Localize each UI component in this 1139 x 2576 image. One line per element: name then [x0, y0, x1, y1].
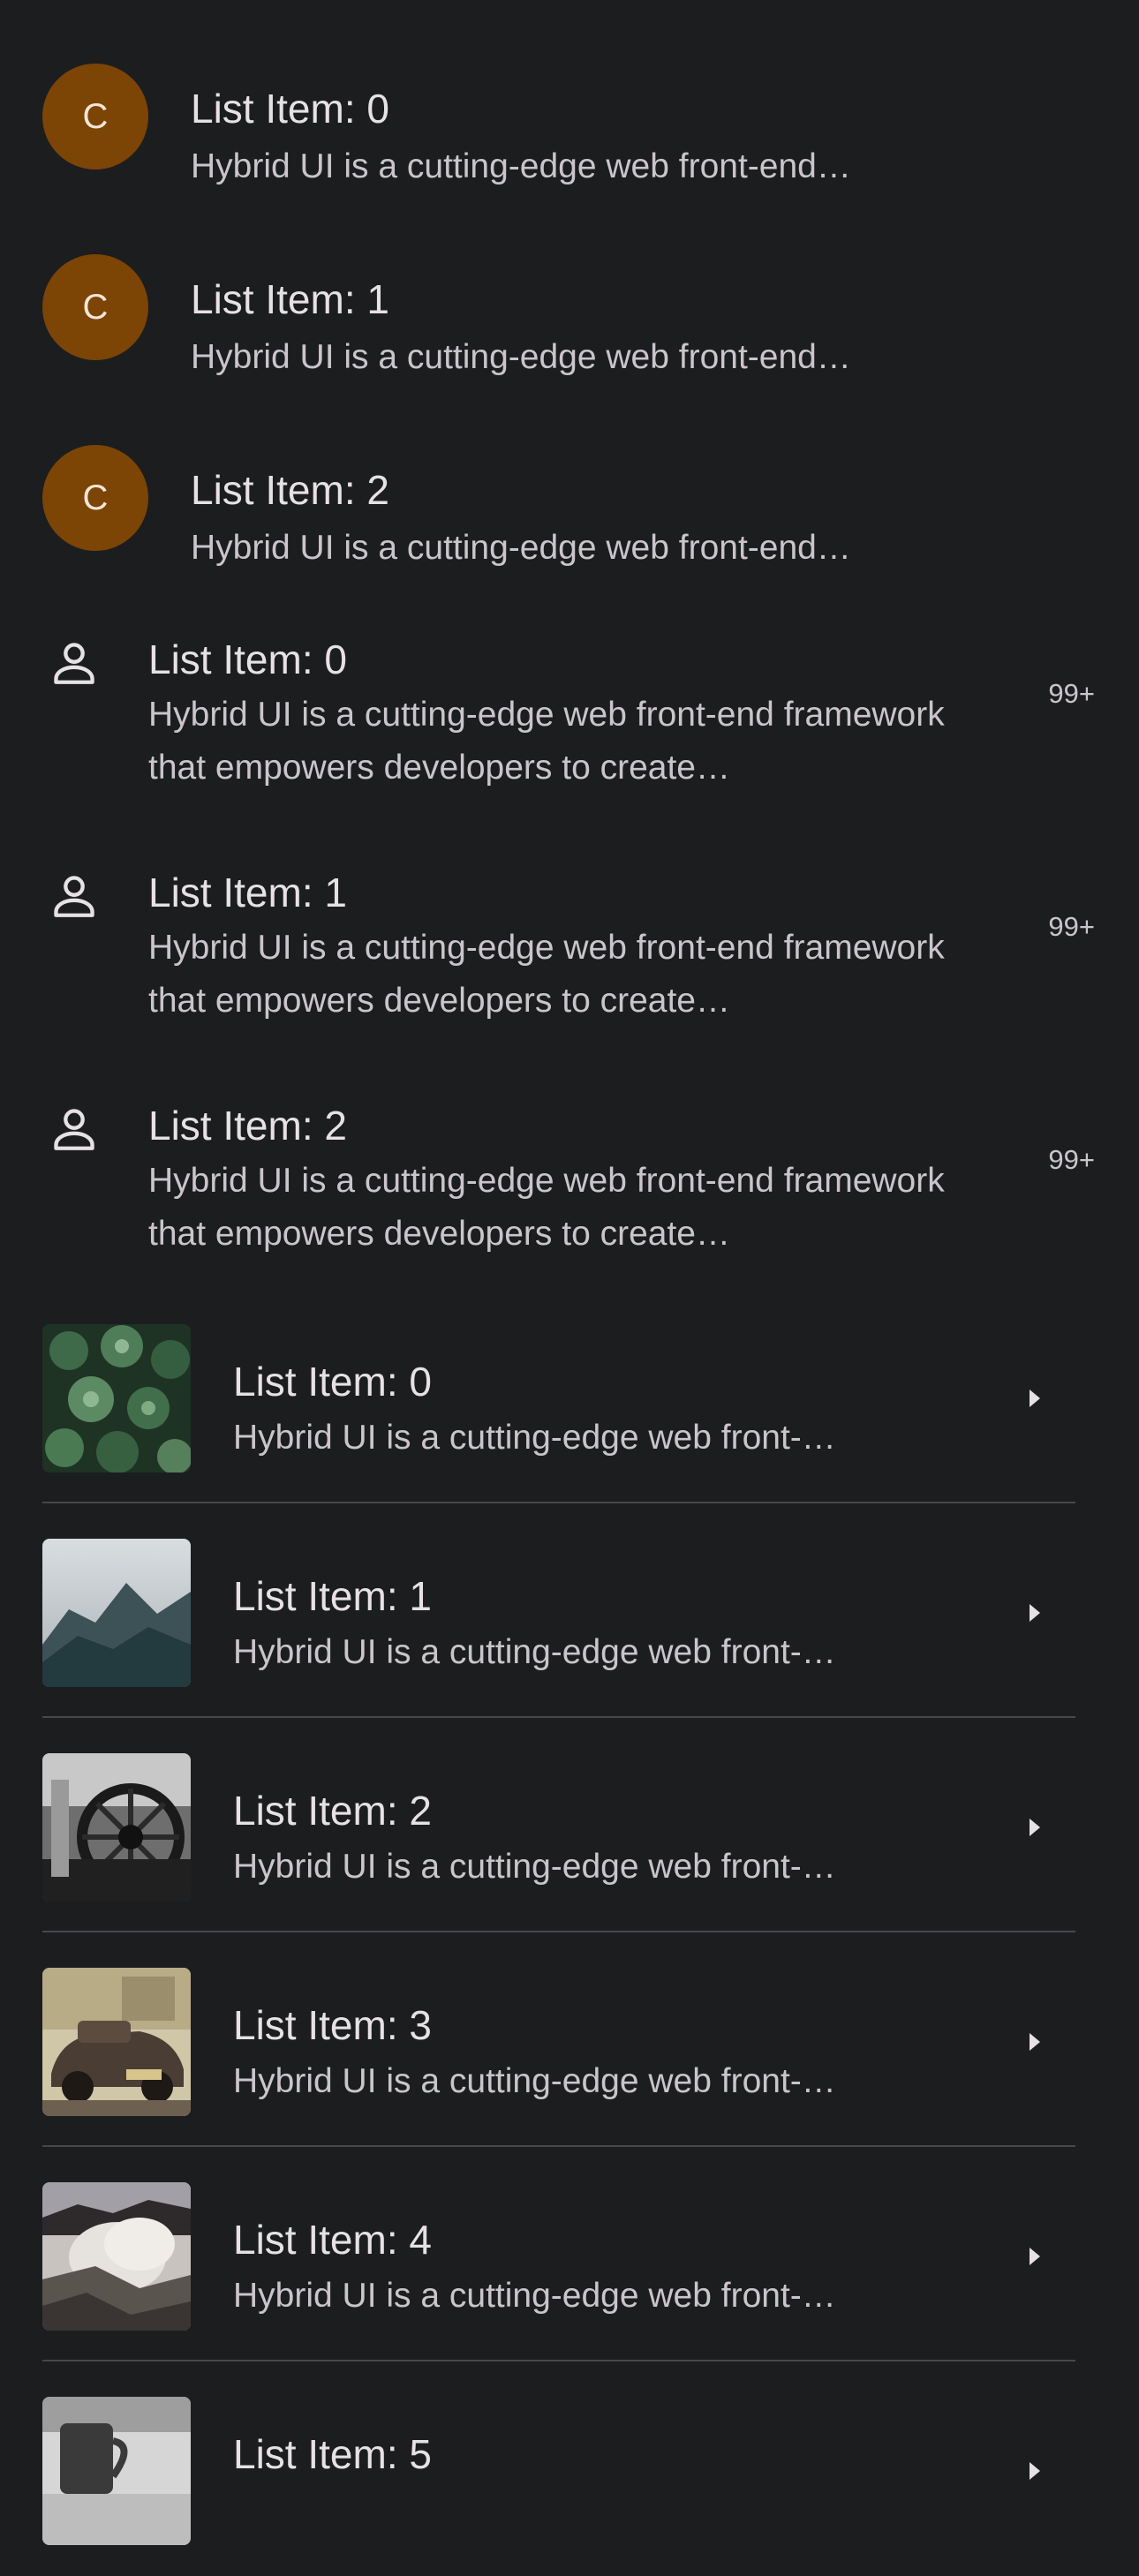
image-list-item[interactable]: List Item: 2 Hybrid UI is a cutting-edge… [0, 1718, 1139, 1932]
person-list-item[interactable]: List Item: 2 Hybrid UI is a cutting-edge… [0, 1075, 1139, 1308]
list-item-title: List Item: 1 [233, 1573, 432, 1619]
list-item-title: List Item: 3 [233, 2002, 432, 2048]
image-list-item[interactable]: List Item: 5 [0, 2361, 1139, 2576]
list-item-subtitle: Hybrid UI is a cutting-edge web front-… [233, 2277, 836, 2315]
mug-on-desk-thumbnail [42, 2397, 191, 2545]
avatar-list-item[interactable]: C List Item: 0 Hybrid UI is a cutting-ed… [0, 21, 1139, 212]
succulent-plants-thumbnail [42, 1324, 191, 1473]
list-item-title: List Item: 1 [148, 870, 347, 915]
letter-avatar: C [42, 254, 148, 360]
list-item-title: List Item: 2 [191, 467, 389, 513]
vintage-car-thumbnail [42, 1968, 191, 2116]
list-item-title: List Item: 2 [233, 1788, 432, 1834]
list-demo-page: C List Item: 0 Hybrid UI is a cutting-ed… [0, 0, 1139, 2545]
list-item-title: List Item: 2 [148, 1103, 347, 1149]
list-item-subtitle: Hybrid UI is a cutting-edge web front-en… [191, 147, 851, 185]
person-icon [54, 1109, 94, 1150]
steaming-hot-spring-thumbnail [42, 2182, 191, 2331]
person-icon [54, 876, 94, 917]
list-item-title: List Item: 0 [191, 86, 389, 132]
list-item-subtitle: Hybrid UI is a cutting-edge web front-en… [148, 1162, 945, 1253]
list-item-title: List Item: 0 [148, 636, 347, 682]
image-list-item[interactable]: List Item: 3 Hybrid UI is a cutting-edge… [0, 1932, 1139, 2147]
person-list-item[interactable]: List Item: 1 Hybrid UI is a cutting-edge… [0, 842, 1139, 1075]
image-list-item[interactable]: List Item: 4 Hybrid UI is a cutting-edge… [0, 2147, 1139, 2361]
chevron-right-icon [1030, 1819, 1040, 1836]
list-item-title: List Item: 5 [233, 2431, 432, 2477]
list-item-title: List Item: 0 [233, 1359, 432, 1405]
letter-avatar: C [42, 445, 148, 551]
avatar-list-item[interactable]: C List Item: 2 Hybrid UI is a cutting-ed… [0, 403, 1139, 593]
list-item-title: List Item: 1 [191, 276, 389, 322]
list-item-subtitle: Hybrid UI is a cutting-edge web front-… [233, 1419, 836, 1457]
chevron-right-icon [1030, 1604, 1040, 1622]
chevron-right-icon [1030, 2462, 1040, 2480]
person-list-item[interactable]: List Item: 0 Hybrid UI is a cutting-edge… [0, 609, 1139, 842]
list-item-subtitle: Hybrid UI is a cutting-edge web front-en… [191, 529, 851, 567]
list-item-subtitle: Hybrid UI is a cutting-edge web front-… [233, 1848, 836, 1886]
list-item-subtitle: Hybrid UI is a cutting-edge web front-en… [148, 929, 945, 1020]
chevron-right-icon [1030, 1390, 1040, 1407]
avatar-list-item[interactable]: C List Item: 1 Hybrid UI is a cutting-ed… [0, 212, 1139, 403]
list-item-subtitle: Hybrid UI is a cutting-edge web front-… [233, 1633, 836, 1671]
image-list-item[interactable]: List Item: 1 Hybrid UI is a cutting-edge… [0, 1503, 1139, 1718]
count-badge: 99+ [1048, 678, 1095, 709]
person-icon [54, 643, 94, 684]
count-badge: 99+ [1048, 1144, 1095, 1175]
list-item-subtitle: Hybrid UI is a cutting-edge web front-… [233, 2062, 836, 2100]
list-item-subtitle: Hybrid UI is a cutting-edge web front-en… [191, 338, 851, 376]
chevron-right-icon [1030, 2033, 1040, 2051]
letter-avatar: C [42, 64, 148, 169]
count-badge: 99+ [1048, 911, 1095, 942]
list-item-subtitle: Hybrid UI is a cutting-edge web front-en… [148, 696, 945, 787]
old-wagon-wheel-thumbnail [42, 1753, 191, 1902]
misty-mountain-thumbnail [42, 1539, 191, 1687]
image-list-item[interactable]: List Item: 0 Hybrid UI is a cutting-edge… [0, 1289, 1139, 1503]
chevron-right-icon [1030, 2248, 1040, 2265]
list-item-title: List Item: 4 [233, 2217, 432, 2263]
